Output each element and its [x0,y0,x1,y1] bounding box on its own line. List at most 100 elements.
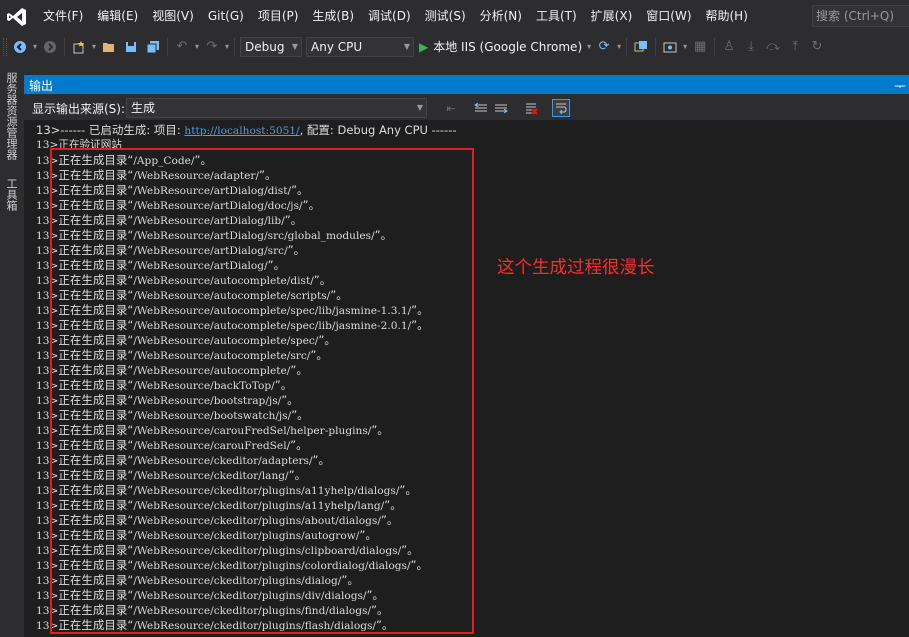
refresh-dropdown-icon[interactable]: ▾ [615,42,623,51]
output-directory-path: /WebResource/autocomplete/spec/lib/jasmi… [133,305,412,317]
hot-reload-icon[interactable]: ↻ [806,36,828,58]
output-line: 13>正在生成目录“/WebResource/ckeditor/lang/”。 [36,468,896,483]
screenshot-icon[interactable] [659,36,681,58]
output-directory-path: /WebResource/ckeditor/plugins/div/dialog… [133,590,367,602]
menu-window[interactable]: 窗口(W) [639,0,698,33]
step-over-icon[interactable]: ⤼ [762,36,784,58]
output-line-label: 正在生成目录 [58,603,128,617]
back-dropdown-icon[interactable]: ▾ [31,42,39,51]
output-line-prefix: 13> [36,470,59,482]
menu-edit[interactable]: 编辑(E) [90,0,145,33]
left-tool-strip: 服务器资源管理器 工具箱 [0,66,22,637]
run-target-dropdown-icon[interactable]: ▾ [585,42,593,51]
new-dropdown-icon[interactable]: ▾ [90,42,98,51]
output-line-prefix: 13> [36,335,59,347]
standard-toolbar: ▾ ▾ ↶ ▾ ↷ ▾ Debug ▼ Any CPU ▼ ▶ 本地 IIS (… [0,33,909,60]
tab-server-explorer[interactable]: 服务器资源管理器 [3,72,19,160]
new-project-icon[interactable] [68,36,90,58]
output-line: 13>正在生成目录“/WebResource/ckeditor/plugins/… [36,558,896,573]
layout-icon[interactable]: ▦ [689,36,711,58]
output-source-select[interactable]: 生成 ▼ [126,98,427,118]
menu-file[interactable]: 文件(F) [36,0,90,33]
menu-project[interactable]: 项目(P) [251,0,306,33]
build-directory-lines: 13>正在生成目录“/App_Code/”。 13>正在生成目录“/WebReso… [36,153,896,633]
output-directory-path: /WebResource/ckeditor/plugins/clipboard/… [133,545,402,557]
menu-view[interactable]: 视图(V) [145,0,201,33]
output-directory-path: /WebResource/ckeditor/plugins/find/dialo… [133,605,372,617]
toolbar-grip[interactable] [3,37,7,56]
close-quote: ”。 [371,603,389,617]
output-line-prefix: 13> [36,425,59,437]
step-out-icon[interactable]: ⤒ [784,36,806,58]
pin-icon[interactable]: ᅮ [894,76,906,95]
tab-toolbox[interactable]: 工具箱 [3,178,19,211]
menu-build[interactable]: 生成(B) [305,0,361,33]
toggle-word-wrap-icon[interactable] [552,99,570,117]
find-message-icon[interactable]: ⇤ [442,99,460,117]
annotation-text: 这个生成过程很漫长 [497,258,655,278]
output-line: 13>正在生成目录“/WebResource/autocomplete/spec… [36,333,896,348]
screenshot-dropdown-icon[interactable]: ▾ [681,42,689,51]
menu-tools[interactable]: 工具(T) [529,0,584,33]
output-line-label: 正在生成目录 [58,198,128,212]
configuration-select[interactable]: Debug ▼ [240,36,302,57]
project-url-link[interactable]: http://localhost:5051/ [184,125,299,137]
output-line-prefix: 13> [36,410,59,422]
output-line-prefix: 13> [36,215,59,227]
output-line: 13>正在生成目录“/WebResource/autocomplete/src/… [36,348,896,363]
browser-link-icon[interactable] [630,36,652,58]
output-line: 13>正在生成目录“/WebResource/artDialog/doc/js/… [36,198,896,213]
close-quote: ”。 [359,528,377,542]
output-line-label: 正在生成目录 [58,333,128,347]
output-line-label: 正在生成目录 [58,228,128,242]
visual-studio-logo-icon[interactable] [4,6,30,28]
output-line-prefix: 13> [36,590,59,602]
start-debugging-button[interactable]: ▶ 本地 IIS (Google Chrome) [416,38,585,55]
menu-test[interactable]: 测试(S) [418,0,473,33]
redo-dropdown-icon[interactable]: ▾ [223,42,231,51]
toolbar-separator [64,37,65,56]
step-into-icon[interactable]: ⤓ [740,36,762,58]
clear-all-icon[interactable] [522,99,540,117]
run-target-label: 本地 IIS (Google Chrome) [433,40,583,54]
output-directory-path: /WebResource/adapter/ [133,170,260,182]
menu-extensions[interactable]: 扩展(X) [584,0,640,33]
output-line-prefix: 13> [36,305,59,317]
output-line: 13>正在生成目录“/WebResource/ckeditor/plugins/… [36,618,896,633]
output-line-label: 正在生成目录 [58,498,128,512]
output-line-prefix: 13> [36,290,59,302]
open-folder-icon[interactable] [98,36,120,58]
output-line-label: 正在生成目录 [58,168,128,182]
output-line-label: 正在生成目录 [58,363,128,377]
output-text-area[interactable]: 13>------ 已启动生成: 项目: http://localhost:50… [36,123,896,637]
menu-help[interactable]: 帮助(H) [699,0,755,33]
close-quote: ”。 [399,483,417,497]
undo-icon[interactable]: ↶ [171,36,193,58]
save-all-icon[interactable] [142,36,164,58]
output-line-prefix: 13> [36,365,59,377]
menu-git[interactable]: Git(G) [201,0,251,33]
output-line-label: 正在生成目录 [58,528,128,542]
output-directory-path: /WebResource/ckeditor/lang/ [133,470,289,482]
redo-icon[interactable]: ↷ [201,36,223,58]
output-line-label: 正在生成目录 [58,513,128,527]
refresh-icon[interactable]: ⟳ [593,36,615,58]
undo-dropdown-icon[interactable]: ▾ [193,42,201,51]
go-to-next-message-icon[interactable] [492,99,510,117]
platform-select[interactable]: Any CPU ▼ [306,36,414,57]
breakpoint-icon[interactable]: ♙ [718,36,740,58]
menu-analyze[interactable]: 分析(N) [473,0,529,33]
close-quote: ”。 [411,303,429,317]
navigate-back-icon[interactable] [9,36,31,58]
output-window: 输出 ᅮ 显示输出来源(S): 生成 ▼ ⇤ 13>------ 已启动生成: … [24,75,909,637]
search-input[interactable]: 搜索 (Ctrl+Q) [812,5,909,27]
output-line-prefix: 13> [36,320,59,332]
output-title-bar[interactable]: 输出 ᅮ [24,75,909,95]
output-line: 13>正在生成目录“/WebResource/ckeditor/plugins/… [36,543,896,558]
output-line: 13>正在生成目录“/WebResource/adapter/”。 [36,168,896,183]
save-icon[interactable] [120,36,142,58]
menu-debug[interactable]: 调试(D) [361,0,418,33]
output-line-label: 正在生成目录 [58,318,128,332]
navigate-forward-icon[interactable] [39,36,61,58]
go-to-previous-message-icon[interactable] [472,99,490,117]
